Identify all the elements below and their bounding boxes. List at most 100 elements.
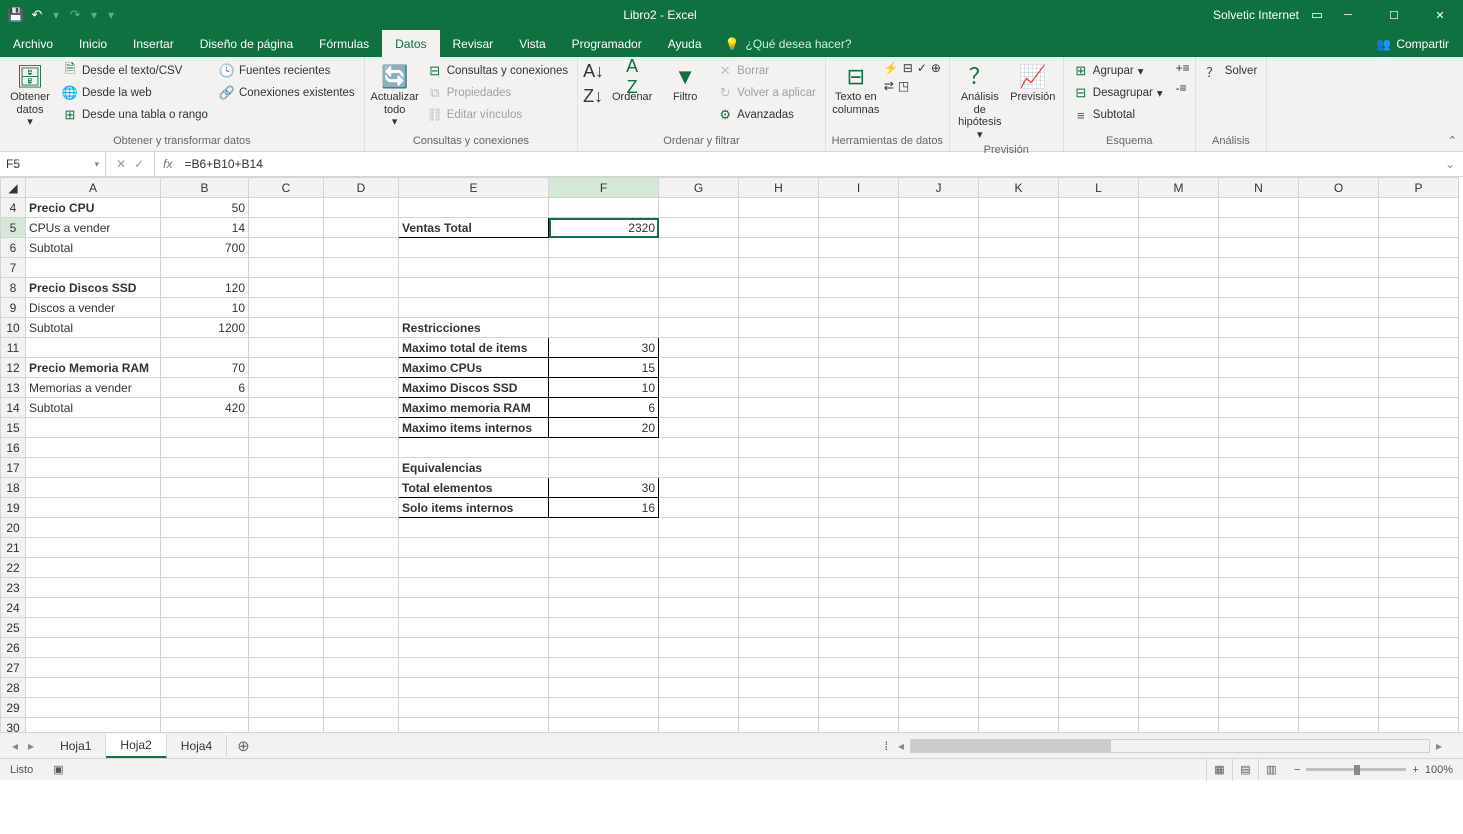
cell-E29[interactable] xyxy=(399,698,549,718)
cell-E16[interactable] xyxy=(399,438,549,458)
cell-C28[interactable] xyxy=(249,678,324,698)
cell-H10[interactable] xyxy=(739,318,819,338)
cell-J9[interactable] xyxy=(899,298,979,318)
cell-K15[interactable] xyxy=(979,418,1059,438)
cell-B13[interactable]: 6 xyxy=(161,378,249,398)
cell-H26[interactable] xyxy=(739,638,819,658)
column-header-K[interactable]: K xyxy=(979,178,1059,198)
cell-D14[interactable] xyxy=(324,398,399,418)
cell-L21[interactable] xyxy=(1059,538,1139,558)
cell-D20[interactable] xyxy=(324,518,399,538)
cell-C18[interactable] xyxy=(249,478,324,498)
cell-A8[interactable]: Precio Discos SSD xyxy=(26,278,161,298)
cell-O7[interactable] xyxy=(1299,258,1379,278)
cell-N14[interactable] xyxy=(1219,398,1299,418)
row-header-29[interactable]: 29 xyxy=(1,698,26,718)
cell-A22[interactable] xyxy=(26,558,161,578)
share-button[interactable]: 👥Compartir xyxy=(1362,30,1463,57)
cell-O20[interactable] xyxy=(1299,518,1379,538)
page-layout-view-icon[interactable]: ▤ xyxy=(1232,759,1258,781)
cell-H21[interactable] xyxy=(739,538,819,558)
cell-N21[interactable] xyxy=(1219,538,1299,558)
cell-P17[interactable] xyxy=(1379,458,1459,478)
cell-A5[interactable]: CPUs a vender xyxy=(26,218,161,238)
cell-J10[interactable] xyxy=(899,318,979,338)
cell-M7[interactable] xyxy=(1139,258,1219,278)
row-header-20[interactable]: 20 xyxy=(1,518,26,538)
cell-J19[interactable] xyxy=(899,498,979,518)
tab-insertar[interactable]: Insertar xyxy=(120,30,187,57)
cell-C13[interactable] xyxy=(249,378,324,398)
cell-J29[interactable] xyxy=(899,698,979,718)
cell-P22[interactable] xyxy=(1379,558,1459,578)
cell-N12[interactable] xyxy=(1219,358,1299,378)
cell-G13[interactable] xyxy=(659,378,739,398)
cell-L29[interactable] xyxy=(1059,698,1139,718)
cell-O6[interactable] xyxy=(1299,238,1379,258)
cell-F6[interactable] xyxy=(549,238,659,258)
cell-F25[interactable] xyxy=(549,618,659,638)
cell-P23[interactable] xyxy=(1379,578,1459,598)
cell-J26[interactable] xyxy=(899,638,979,658)
cell-P29[interactable] xyxy=(1379,698,1459,718)
cell-J11[interactable] xyxy=(899,338,979,358)
cell-L17[interactable] xyxy=(1059,458,1139,478)
cell-M28[interactable] xyxy=(1139,678,1219,698)
cell-E14[interactable]: Maximo memoria RAM xyxy=(399,398,549,418)
tab-ayuda[interactable]: Ayuda xyxy=(655,30,715,57)
cell-G24[interactable] xyxy=(659,598,739,618)
existing-connections-button[interactable]: 🔗Conexiones existentes xyxy=(215,83,359,103)
cell-K19[interactable] xyxy=(979,498,1059,518)
cell-M10[interactable] xyxy=(1139,318,1219,338)
cell-F26[interactable] xyxy=(549,638,659,658)
cell-G5[interactable] xyxy=(659,218,739,238)
cell-B10[interactable]: 1200 xyxy=(161,318,249,338)
cell-M19[interactable] xyxy=(1139,498,1219,518)
flash-fill-icon[interactable]: ⚡ xyxy=(884,61,899,75)
cell-F30[interactable] xyxy=(549,718,659,733)
cell-H14[interactable] xyxy=(739,398,819,418)
cell-O22[interactable] xyxy=(1299,558,1379,578)
cell-O26[interactable] xyxy=(1299,638,1379,658)
cell-B28[interactable] xyxy=(161,678,249,698)
cell-K22[interactable] xyxy=(979,558,1059,578)
column-header-P[interactable]: P xyxy=(1379,178,1459,198)
cell-B30[interactable] xyxy=(161,718,249,733)
column-header-M[interactable]: M xyxy=(1139,178,1219,198)
sort-desc-icon[interactable]: Z↓ xyxy=(583,86,604,107)
cell-H11[interactable] xyxy=(739,338,819,358)
tab-inicio[interactable]: Inicio xyxy=(66,30,120,57)
cell-C30[interactable] xyxy=(249,718,324,733)
cell-A9[interactable]: Discos a vender xyxy=(26,298,161,318)
cell-A14[interactable]: Subtotal xyxy=(26,398,161,418)
cell-L20[interactable] xyxy=(1059,518,1139,538)
cell-F7[interactable] xyxy=(549,258,659,278)
cell-E23[interactable] xyxy=(399,578,549,598)
cell-P14[interactable] xyxy=(1379,398,1459,418)
cell-I29[interactable] xyxy=(819,698,899,718)
cell-P25[interactable] xyxy=(1379,618,1459,638)
whatif-button[interactable]: ？Análisis de hipótesis▾ xyxy=(955,61,1005,144)
cell-N27[interactable] xyxy=(1219,658,1299,678)
cell-K24[interactable] xyxy=(979,598,1059,618)
cell-L23[interactable] xyxy=(1059,578,1139,598)
cell-J28[interactable] xyxy=(899,678,979,698)
cell-H19[interactable] xyxy=(739,498,819,518)
cell-H25[interactable] xyxy=(739,618,819,638)
row-header-10[interactable]: 10 xyxy=(1,318,26,338)
cell-D18[interactable] xyxy=(324,478,399,498)
cell-I21[interactable] xyxy=(819,538,899,558)
cell-J25[interactable] xyxy=(899,618,979,638)
cell-M27[interactable] xyxy=(1139,658,1219,678)
cell-C11[interactable] xyxy=(249,338,324,358)
cell-L8[interactable] xyxy=(1059,278,1139,298)
cell-F20[interactable] xyxy=(549,518,659,538)
cell-G11[interactable] xyxy=(659,338,739,358)
cell-L30[interactable] xyxy=(1059,718,1139,733)
cell-D10[interactable] xyxy=(324,318,399,338)
cell-G16[interactable] xyxy=(659,438,739,458)
cell-H16[interactable] xyxy=(739,438,819,458)
cell-D8[interactable] xyxy=(324,278,399,298)
cell-L15[interactable] xyxy=(1059,418,1139,438)
cell-L13[interactable] xyxy=(1059,378,1139,398)
